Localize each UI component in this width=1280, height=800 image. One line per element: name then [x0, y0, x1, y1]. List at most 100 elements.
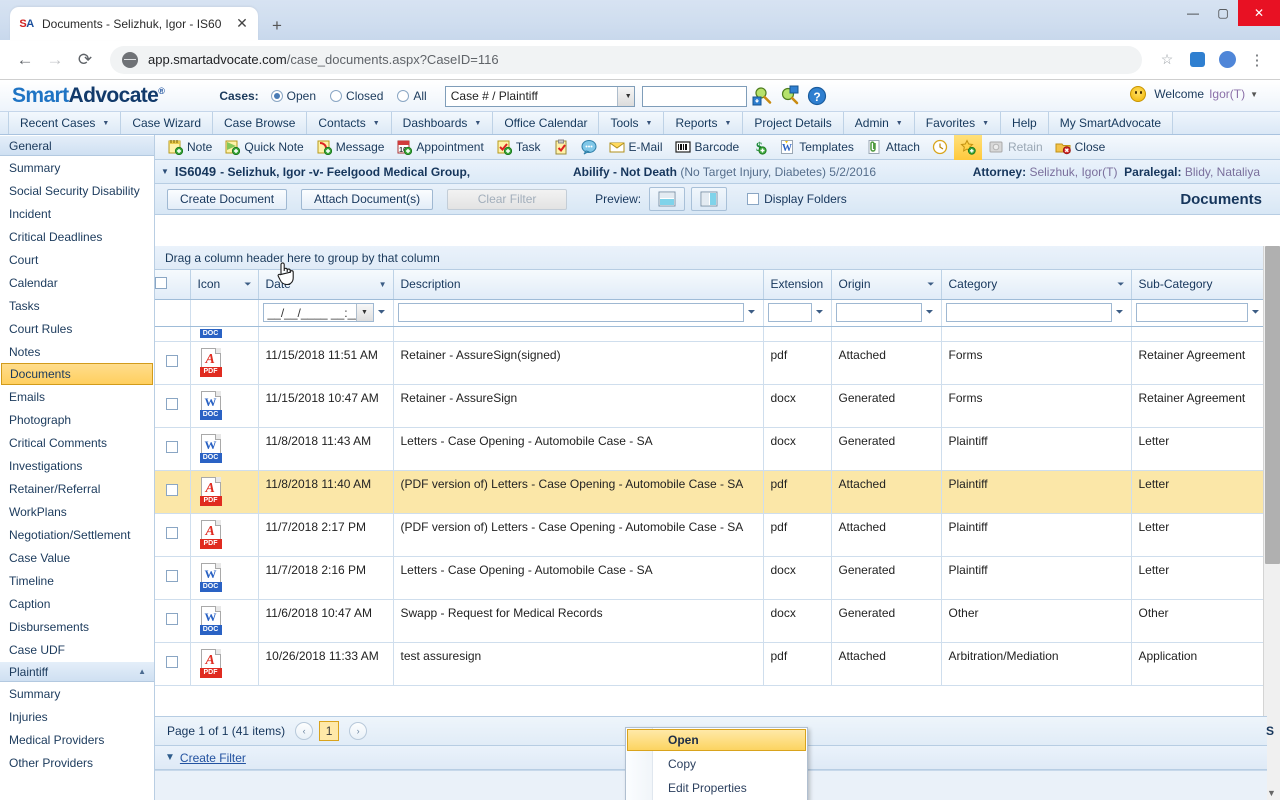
address-bar[interactable]: app.smartadvocate.com/case_documents.asp… — [110, 46, 1142, 74]
sidebar-item-social-security-disability[interactable]: Social Security Disability — [0, 179, 154, 202]
collapse-triangle-icon[interactable]: ▼ — [161, 167, 169, 176]
toolbar-button-templates[interactable]: WTemplates — [773, 135, 860, 160]
column-header-subcategory[interactable]: Sub-Category — [1131, 270, 1267, 299]
filter-funnel-icon[interactable]: ⏷ — [927, 279, 934, 290]
sidebar-item-summary[interactable]: Summary — [0, 156, 154, 179]
filter-funnel-icon[interactable]: ⏷ — [926, 307, 937, 318]
extension-filter-input[interactable] — [768, 303, 812, 322]
group-panel[interactable]: Drag a column header here to group by th… — [155, 246, 1280, 270]
create-document-button[interactable]: Create Document — [167, 189, 287, 210]
smartadvocate-logo[interactable]: SmartAdvocate® — [12, 84, 164, 108]
tab-close-icon[interactable]: ✕ — [234, 16, 250, 32]
new-tab-button[interactable]: + — [264, 14, 290, 40]
radio-open[interactable]: Open — [271, 89, 316, 103]
menu-item-tools[interactable]: Tools▼ — [599, 112, 664, 134]
sidebar-item-emails[interactable]: Emails — [0, 385, 154, 408]
menu-item-my-smartadvocate[interactable]: My SmartAdvocate — [1049, 112, 1173, 134]
row-checkbox[interactable] — [166, 656, 178, 668]
row-checkbox[interactable] — [166, 570, 178, 582]
row-checkbox[interactable] — [166, 527, 178, 539]
sidebar-item-negotiation-settlement[interactable]: Negotiation/Settlement — [0, 523, 154, 546]
radio-all[interactable]: All — [397, 89, 426, 103]
sidebar-item-critical-comments[interactable]: Critical Comments — [0, 431, 154, 454]
sidebar-item-incident[interactable]: Incident — [0, 202, 154, 225]
filter-funnel-icon[interactable]: ⏷ — [1252, 307, 1263, 318]
menu-item-reports[interactable]: Reports▼ — [664, 112, 743, 134]
origin-filter-input[interactable] — [836, 303, 922, 322]
sidebar-item-timeline[interactable]: Timeline — [0, 569, 154, 592]
cell-check[interactable] — [155, 556, 190, 599]
sidebar-item-caption[interactable]: Caption — [0, 592, 154, 615]
filter-funnel-icon[interactable]: ⏷ — [1117, 279, 1124, 290]
cell-check[interactable] — [155, 384, 190, 427]
table-row[interactable]: WDOC11/8/2018 11:43 AMLetters - Case Ope… — [155, 427, 1267, 470]
sidebar-group-general[interactable]: General — [0, 135, 154, 156]
sidebar-item-disbursements[interactable]: Disbursements — [0, 615, 154, 638]
site-info-globe-icon[interactable] — [122, 52, 138, 68]
sidebar-item-court[interactable]: Court — [0, 248, 154, 271]
page-number-1[interactable]: 1 — [319, 721, 339, 741]
sidebar-item-summary[interactable]: Summary — [0, 682, 154, 705]
row-checkbox[interactable] — [166, 484, 178, 496]
description-filter-input[interactable] — [398, 303, 744, 322]
sidebar-item-injuries[interactable]: Injuries — [0, 705, 154, 728]
cell-check[interactable] — [155, 642, 190, 685]
sidebar-item-photograph[interactable]: Photograph — [0, 408, 154, 431]
scrollbar-thumb[interactable] — [1265, 246, 1280, 564]
column-header-icon[interactable]: Icon⏷ — [190, 270, 258, 299]
sidebar-group-plaintiff[interactable]: Plaintiff▲ — [0, 661, 154, 682]
filter-funnel-icon[interactable]: ⏷ — [378, 307, 389, 318]
preview-horizontal-icon[interactable] — [649, 187, 685, 211]
sort-desc-icon[interactable]: ▼ — [379, 280, 387, 289]
sidebar-item-notes[interactable]: Notes — [0, 340, 154, 363]
sidebar-item-workplans[interactable]: WorkPlans — [0, 500, 154, 523]
toolbar-button-note[interactable]: Note — [161, 135, 218, 160]
toolbar-button-quick-note[interactable]: Quick Note — [218, 135, 309, 160]
forward-icon[interactable]: → — [40, 45, 70, 75]
sidebar-item-court-rules[interactable]: Court Rules — [0, 317, 154, 340]
profile-avatar[interactable] — [1214, 47, 1240, 73]
table-row[interactable]: APDF11/15/2018 11:51 AMRetainer - Assure… — [155, 341, 1267, 384]
sidebar-item-tasks[interactable]: Tasks — [0, 294, 154, 317]
menu-item-project-details[interactable]: Project Details — [743, 112, 843, 134]
menu-item-case-browse[interactable]: Case Browse — [213, 112, 307, 134]
browser-tab[interactable]: SA Documents - Selizhuk, Igor - IS60 ✕ — [10, 7, 258, 40]
filter-funnel-icon[interactable]: ⏷ — [748, 307, 759, 318]
sidebar-item-calendar[interactable]: Calendar — [0, 271, 154, 294]
toolbar-button-dollar-add[interactable]: $ — [745, 135, 773, 160]
bookmark-star-icon[interactable]: ☆ — [1154, 47, 1180, 73]
browser-menu-kebab-icon[interactable]: ⋮ — [1244, 47, 1270, 73]
date-filter-input[interactable]: __/__/____ __:__▼ — [263, 303, 374, 322]
row-checkbox[interactable] — [166, 398, 178, 410]
row-checkbox[interactable] — [166, 613, 178, 625]
menu-item-admin[interactable]: Admin▼ — [844, 112, 915, 134]
context-menu-item-copy[interactable]: Copy — [626, 752, 807, 776]
table-row-partial[interactable]: DOC — [155, 326, 1267, 341]
menu-item-favorites[interactable]: Favorites▼ — [915, 112, 1001, 134]
table-row[interactable]: APDF11/8/2018 11:40 AM(PDF version of) L… — [155, 470, 1267, 513]
menu-item-help[interactable]: Help — [1001, 112, 1049, 134]
menu-item-office-calendar[interactable]: Office Calendar — [493, 112, 599, 134]
toolbar-button-chat-bubble[interactable] — [575, 135, 603, 160]
column-header-category[interactable]: Category⏷ — [941, 270, 1131, 299]
chevron-down-icon[interactable]: ▼ — [356, 304, 373, 321]
subcategory-filter-input[interactable] — [1136, 303, 1248, 322]
context-menu-item-open[interactable]: Open — [627, 729, 806, 751]
cell-check[interactable] — [155, 599, 190, 642]
document-context-menu[interactable]: OpenCopyEdit PropertiesEmailEmail LinkDo… — [625, 727, 808, 800]
table-row[interactable]: APDF11/7/2018 2:17 PM(PDF version of) Le… — [155, 513, 1267, 556]
menu-item-contacts[interactable]: Contacts▼ — [307, 112, 391, 134]
column-header-origin[interactable]: Origin⏷ — [831, 270, 941, 299]
table-row[interactable]: WDOC11/15/2018 10:47 AMRetainer - Assure… — [155, 384, 1267, 427]
sidebar-item-documents[interactable]: Documents — [1, 363, 153, 385]
next-page-button[interactable]: › — [349, 722, 367, 740]
toolbar-button-clock[interactable] — [926, 135, 954, 160]
back-icon[interactable]: ← — [10, 45, 40, 75]
table-row[interactable]: WDOC11/6/2018 10:47 AMSwapp - Request fo… — [155, 599, 1267, 642]
toolbar-button-close[interactable]: Close — [1049, 135, 1112, 160]
attach-documents-button[interactable]: Attach Document(s) — [301, 189, 433, 210]
column-header-check[interactable] — [155, 270, 190, 299]
sidebar-item-case-udf[interactable]: Case UDF — [0, 638, 154, 661]
toolbar-button-star-add[interactable] — [954, 135, 982, 160]
create-filter-link[interactable]: Create Filter — [180, 751, 246, 765]
